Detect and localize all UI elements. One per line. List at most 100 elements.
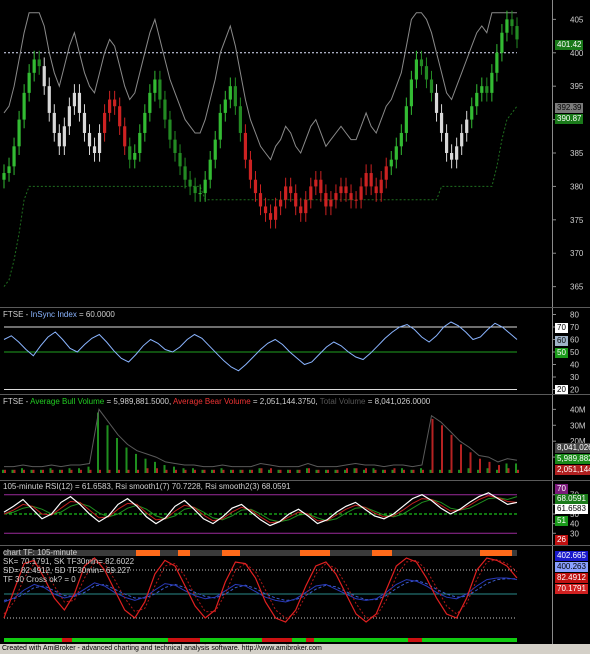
bear-volume-bar: [51, 469, 54, 473]
stoch-top-band-segment: [480, 550, 512, 556]
candle-body: [314, 179, 318, 187]
candle-body: [329, 199, 333, 207]
bear-volume-bar: [412, 469, 415, 473]
bull-volume-bar: [429, 469, 432, 473]
volume-tick-label: 30M: [570, 421, 586, 430]
candle-body: [47, 86, 51, 113]
bear-volume-bar: [61, 469, 63, 473]
bear-volume-bar: [13, 469, 16, 473]
bear-volume-bar: [365, 468, 367, 473]
candle-body: [409, 79, 413, 107]
price-pane[interactable]: 405400395390385380375370365 401.42 392.3…: [0, 0, 590, 307]
insync-title: FTSE - InSync Index = 60.0000: [3, 310, 115, 320]
candle-body: [434, 92, 439, 113]
bear-volume-bar: [184, 469, 187, 473]
volume-bear-value: = 2,051,144.3750,: [250, 397, 320, 406]
candle-body: [455, 146, 459, 160]
bull-volume-bar: [249, 469, 251, 473]
candle-body: [470, 106, 474, 120]
bull-volume-bar: [11, 469, 14, 473]
rsi-line: [3, 492, 518, 527]
rsi-pane[interactable]: 7060504030 105-minute RSI(12) = 61.6583,…: [0, 481, 590, 545]
bear-volume-bar: [127, 469, 130, 473]
stoch-line-4: TF 30 Cross ok? = 0: [3, 575, 76, 584]
bear-volume-bar: [403, 469, 405, 473]
candle-body: [168, 119, 172, 140]
price-tick-label: 380: [570, 182, 584, 191]
candle-body: [294, 193, 298, 207]
rsi-smooth1-line: [3, 495, 518, 524]
candle-body: [334, 193, 338, 200]
total-volume-line: [4, 408, 518, 468]
candle-body: [32, 59, 36, 73]
stoch-badge-2: 400.263: [555, 562, 588, 572]
candle-body: [213, 139, 217, 160]
last-price-badge: 401.42: [555, 40, 584, 50]
volume-total-label: Total Volume: [319, 397, 366, 406]
candle-body: [394, 146, 398, 160]
level-b-badge: 390.87: [555, 114, 584, 124]
volume-total-value: = 8,041,026.0000: [365, 397, 431, 406]
candle-body: [369, 173, 373, 187]
bear-volume-bar: [42, 469, 44, 473]
insync-tick-label: 30: [570, 373, 579, 382]
stoch-bottom-band-segment: [262, 638, 292, 642]
candle-body: [42, 66, 46, 87]
candle-body: [384, 166, 388, 180]
bear-volume-bar: [194, 469, 196, 473]
stoch-top-band-segment: [178, 550, 190, 556]
bull-volume-bar: [401, 468, 403, 473]
candle-body: [203, 179, 207, 194]
bull-volume-bar: [325, 469, 327, 473]
candle-body: [510, 19, 514, 27]
bear-volume-bar: [355, 468, 358, 473]
bull-volume-bar: [230, 469, 232, 473]
candle-body: [178, 153, 182, 167]
insync-pane[interactable]: 80 70 60 50 40 30 20 FTSE - InSync Index = 60.…: [0, 308, 590, 395]
candle-body: [138, 132, 142, 153]
bear-volume-bar: [450, 434, 453, 473]
candle-body: [475, 92, 479, 107]
volume-bull-label: Average Bull Volume: [30, 397, 105, 406]
bear-volume-bar: [270, 468, 272, 473]
bear-volume-bar: [89, 469, 92, 473]
candle-body: [253, 179, 258, 194]
bear-volume-bar: [203, 469, 206, 473]
candle-body: [324, 193, 328, 207]
candle-body: [444, 132, 449, 153]
bear-volume-bar: [241, 469, 244, 473]
bear-volume-bar: [175, 469, 177, 473]
bull-volume-bar: [382, 469, 384, 473]
bear-volume-bar: [70, 469, 73, 473]
candle-body: [485, 86, 489, 93]
candle-body: [309, 186, 313, 200]
bull-volume-bar: [211, 469, 213, 473]
candle-body: [359, 186, 363, 200]
candle-body: [273, 206, 278, 220]
bear-volume-bar: [213, 469, 215, 473]
candle-body: [339, 186, 343, 194]
candle-body: [7, 166, 11, 174]
stoch-pane[interactable]: chart TF: 105-minute SK= 70.1791, SK TF3…: [0, 546, 590, 644]
bull-volume-bar: [125, 447, 128, 473]
bull-volume-bar: [173, 466, 175, 473]
volume-tick-label: 40M: [570, 405, 586, 414]
bear-volume-bar: [108, 469, 111, 473]
insync-title-value: = 60.0000: [76, 310, 115, 319]
candle-body: [354, 199, 358, 201]
candle-body: [495, 52, 499, 73]
candle-body: [27, 72, 31, 93]
bear-volume-bar: [80, 469, 82, 473]
price-tick-label: 395: [570, 82, 584, 91]
volume-pane[interactable]: 40M30M20M10M FTSE - Average Bull Volume …: [0, 395, 590, 480]
price-tick-label: 365: [570, 283, 584, 292]
insync-chart: 80706050403020: [3, 311, 579, 394]
candle-body: [108, 99, 112, 113]
rsi-tick-label: 40: [570, 520, 579, 529]
bull-volume-bar: [458, 469, 460, 473]
stoch-top-band: [4, 550, 517, 556]
candle-body: [198, 193, 202, 195]
rsi-smooth2-badge: 68.0591: [555, 494, 588, 504]
candle-body: [284, 186, 288, 200]
candle-body: [183, 166, 187, 180]
